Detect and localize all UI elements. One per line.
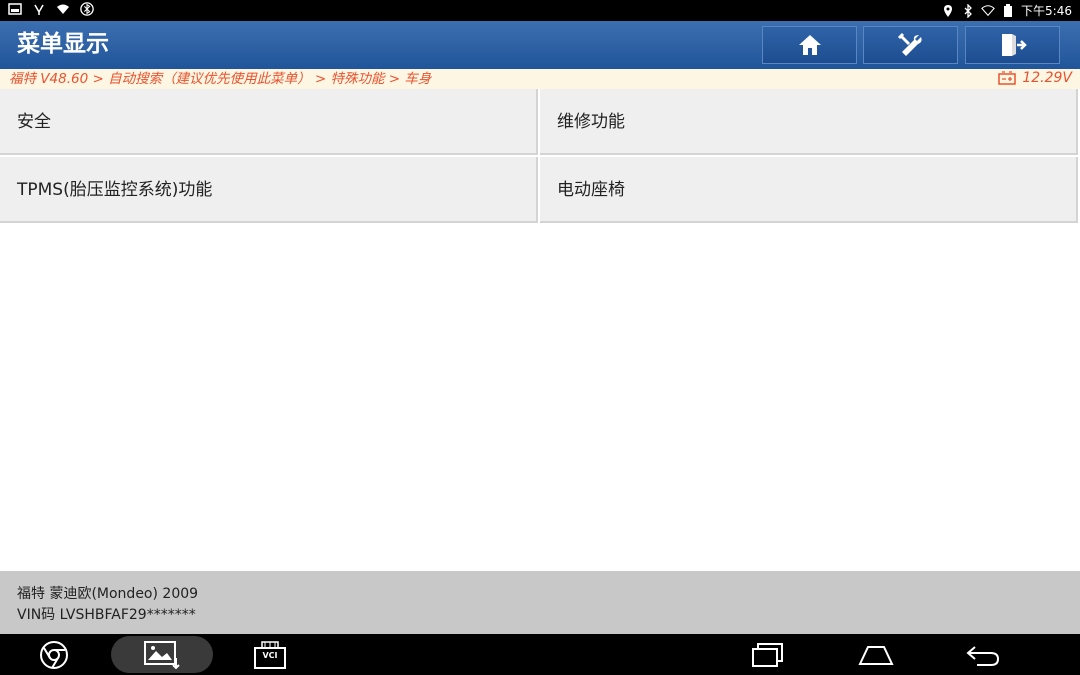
menu-item-label: TPMS(胎压监控系统)功能 bbox=[17, 180, 213, 200]
vehicle-vin: VIN码 LVSHBFAF29******* bbox=[17, 607, 196, 623]
home-icon bbox=[798, 35, 821, 55]
wifi-alert-icon bbox=[57, 4, 69, 14]
menu-item-label: 维修功能 bbox=[557, 112, 625, 132]
breadcrumb: 福特 V48.60 > 自动搜索（建议优先使用此菜单） > 特殊功能 > 车身 … bbox=[0, 69, 1080, 89]
wifi-icon bbox=[981, 4, 995, 16]
vehicle-info-panel: 福特 蒙迪欧(Mondeo) 2009 VIN码 LVSHBFAF29*****… bbox=[0, 571, 1080, 634]
breadcrumb-path: 福特 V48.60 > 自动搜索（建议优先使用此菜单） > 特殊功能 > 车身 bbox=[9, 71, 432, 87]
home-nav-icon bbox=[858, 645, 894, 665]
voltage-indicator: 12.29V bbox=[998, 70, 1072, 86]
home-nav-button[interactable] bbox=[856, 636, 896, 673]
usb-icon bbox=[34, 4, 44, 15]
location-icon bbox=[944, 4, 953, 17]
image-notification-icon bbox=[8, 3, 22, 15]
vehicle-model: 福特 蒙迪欧(Mondeo) 2009 bbox=[17, 586, 199, 602]
back-button[interactable] bbox=[963, 636, 1003, 673]
title-bar: 菜单显示 bbox=[0, 21, 1080, 69]
bluetooth-icon bbox=[964, 3, 972, 18]
tools-button[interactable] bbox=[863, 26, 958, 64]
menu-item-label: 安全 bbox=[17, 112, 51, 132]
vci-button[interactable]: VCI bbox=[250, 636, 290, 673]
screenshot-button[interactable] bbox=[111, 636, 213, 673]
exit-icon bbox=[1001, 34, 1027, 56]
battery-icon bbox=[1004, 3, 1013, 17]
bluetooth-circle-icon bbox=[80, 2, 94, 16]
screenshot-download-icon bbox=[144, 640, 180, 669]
page-title: 菜单显示 bbox=[17, 31, 109, 57]
recent-apps-icon bbox=[752, 642, 783, 667]
recent-apps-button[interactable] bbox=[747, 636, 787, 673]
status-bar: 下午5:46 bbox=[0, 0, 1080, 21]
voltage-value: 12.29V bbox=[1022, 70, 1072, 86]
navigation-bar: VCI bbox=[0, 634, 1080, 675]
menu-item-tpms[interactable]: TPMS(胎压监控系统)功能 bbox=[0, 157, 538, 223]
menu-item-security[interactable]: 安全 bbox=[0, 89, 538, 155]
menu-item-power-seat[interactable]: 电动座椅 bbox=[540, 157, 1078, 223]
tools-icon bbox=[897, 32, 922, 56]
menu-item-maintenance[interactable]: 维修功能 bbox=[540, 89, 1078, 155]
exit-button[interactable] bbox=[965, 26, 1060, 64]
chrome-icon bbox=[40, 640, 68, 669]
status-time: 下午5:46 bbox=[1021, 4, 1072, 18]
home-button[interactable] bbox=[762, 26, 857, 64]
back-icon bbox=[966, 645, 1000, 666]
menu-item-label: 电动座椅 bbox=[557, 180, 625, 200]
vci-label: VCI bbox=[262, 651, 278, 660]
battery-voltage-icon bbox=[998, 71, 1017, 85]
browser-button[interactable] bbox=[34, 636, 74, 673]
